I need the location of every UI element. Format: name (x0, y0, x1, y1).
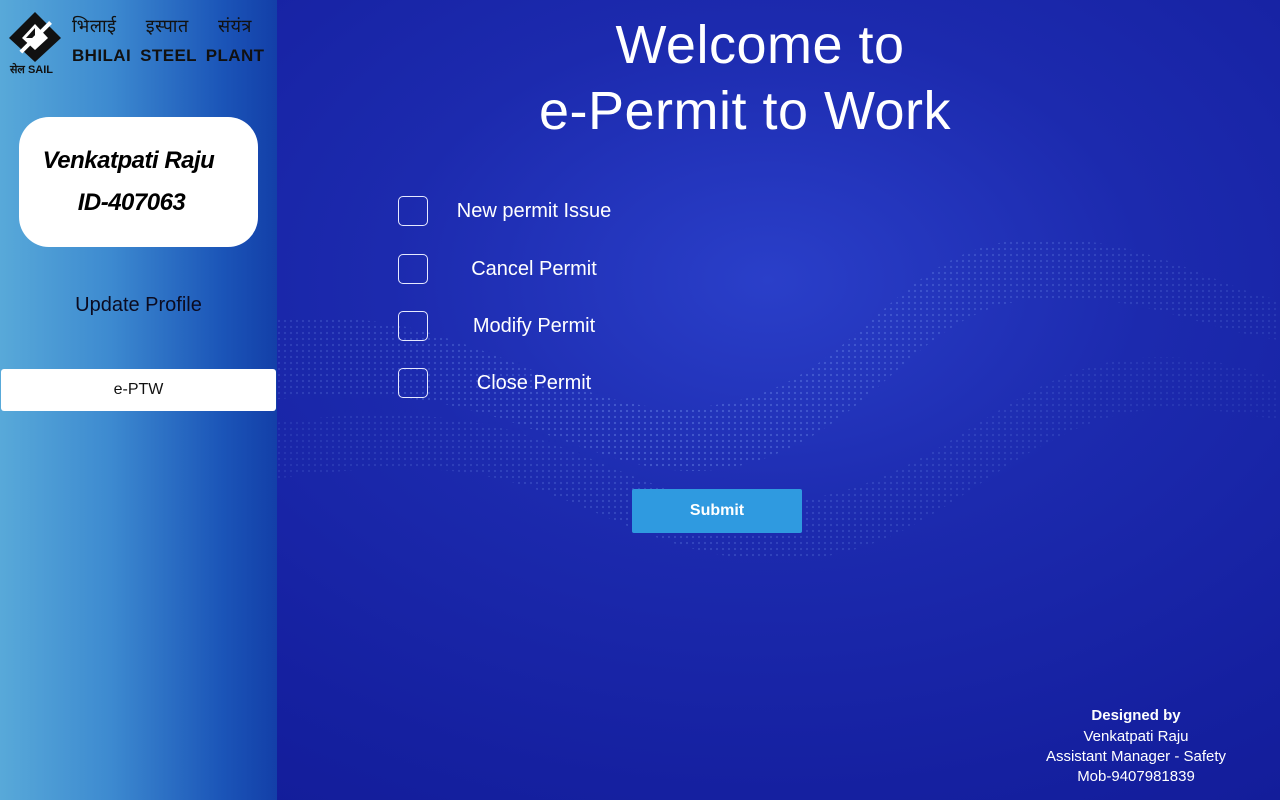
update-profile-link[interactable]: Update Profile (0, 294, 277, 317)
credits-name: Venkatpati Raju (1083, 728, 1189, 745)
brand-header: सेल SAIL भिलाई इस्पात संयंत्र BHILAI STE… (0, 0, 277, 80)
page-title: Welcome to e-Permit to Work (500, 12, 1020, 144)
brand-hindi-word: संयंत्र (217, 16, 252, 37)
option-label: Modify Permit (472, 314, 596, 337)
eptw-button[interactable]: e-PTW (1, 369, 276, 411)
sidebar: सेल SAIL भिलाई इस्पात संयंत्र BHILAI STE… (0, 0, 277, 800)
option-modify-permit[interactable]: Modify Permit (398, 311, 658, 341)
designer-credits: Designed by Venkatpati Raju Assistant Ma… (1020, 707, 1252, 787)
option-new-permit-issue[interactable]: New permit Issue (398, 196, 658, 226)
credits-mobile: Mob-9407981839 (1077, 768, 1195, 785)
credits-heading: Designed by (1091, 707, 1181, 724)
option-close-permit[interactable]: Close Permit (398, 368, 658, 398)
option-cancel-permit[interactable]: Cancel Permit (398, 254, 658, 284)
checkbox[interactable] (398, 368, 428, 398)
profile-card: Venkatpati Raju ID-407063 (19, 117, 258, 247)
checkbox[interactable] (398, 311, 428, 341)
brand-hindi-word: इस्पात (145, 16, 189, 37)
profile-name: Venkatpati Raju (42, 147, 215, 174)
submit-button[interactable]: Submit (632, 489, 802, 533)
checkbox[interactable] (398, 196, 428, 226)
title-line-1: Welcome to (615, 15, 905, 75)
sail-logo-icon (9, 12, 61, 62)
brand-english-name: BHILAI STEEL PLANT (72, 46, 265, 65)
credits-role: Assistant Manager - Safety (1045, 748, 1227, 765)
option-label: Close Permit (476, 371, 592, 394)
option-label: Cancel Permit (471, 257, 597, 280)
brand-hindi-name: भिलाई इस्पात संयंत्र (72, 14, 252, 38)
profile-id: ID-407063 (77, 189, 186, 216)
option-label: New permit Issue (456, 199, 612, 222)
title-line-2: e-Permit to Work (538, 81, 952, 141)
brand-hindi-word: भिलाई (72, 16, 117, 37)
sail-logo-text: सेल SAIL (10, 64, 54, 76)
checkbox[interactable] (398, 254, 428, 284)
